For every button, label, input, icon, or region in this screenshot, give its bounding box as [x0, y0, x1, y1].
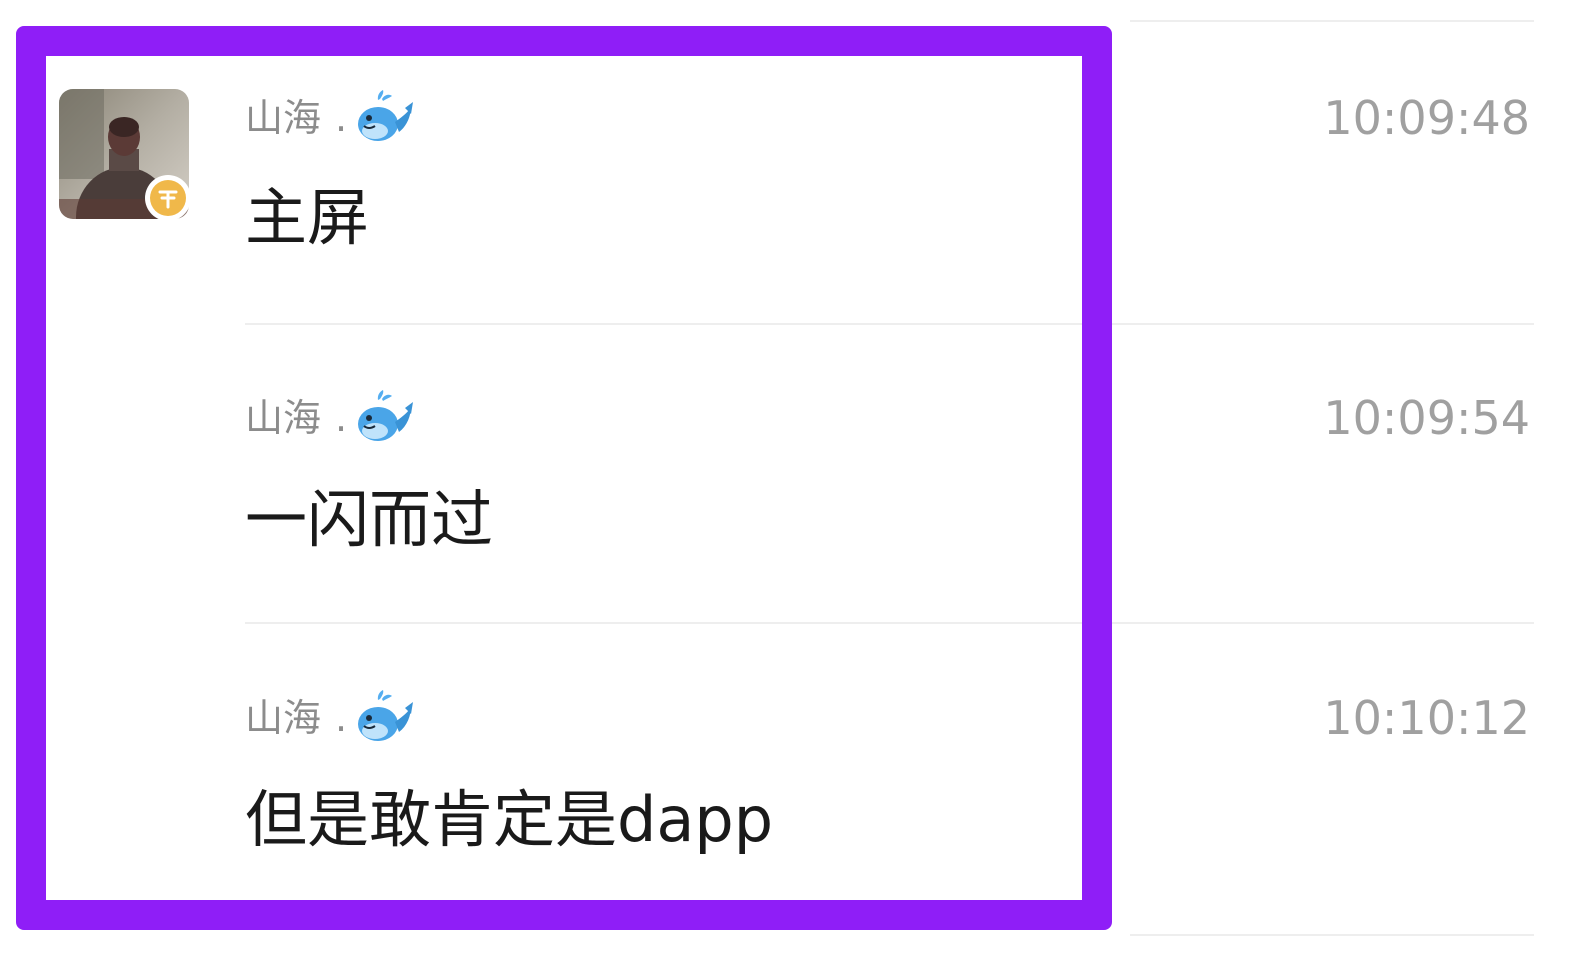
sender-suffix: .: [335, 96, 348, 140]
message-time: 10:10:12: [1323, 691, 1530, 745]
sender-name[interactable]: 山海: [245, 688, 321, 748]
message-time: 10:09:54: [1323, 391, 1530, 445]
message-divider: [245, 323, 1534, 325]
divider-top: [1130, 20, 1534, 22]
sender-suffix: .: [335, 696, 348, 740]
sender-suffix: .: [335, 396, 348, 440]
message-divider: [245, 622, 1534, 624]
sender-info[interactable]: 山海 .: [245, 688, 415, 748]
whale-emoji-icon: [358, 690, 414, 741]
sender-name[interactable]: 山海: [245, 388, 321, 448]
whale-emoji-icon: [358, 390, 414, 441]
divider-bottom: [1130, 934, 1534, 936]
message-time: 10:09:48: [1323, 91, 1530, 145]
sender-info[interactable]: 山海 .: [245, 388, 415, 448]
sender-info[interactable]: 山海 .: [245, 88, 415, 148]
message-text: 一闪而过: [245, 483, 494, 556]
whale-emoji-icon: [358, 90, 414, 141]
message-text: 主屏: [245, 181, 370, 254]
sender-name[interactable]: 山海: [245, 88, 321, 148]
message-text: 但是敢肯定是dapp: [245, 783, 774, 856]
vip-badge-icon: [145, 175, 191, 221]
